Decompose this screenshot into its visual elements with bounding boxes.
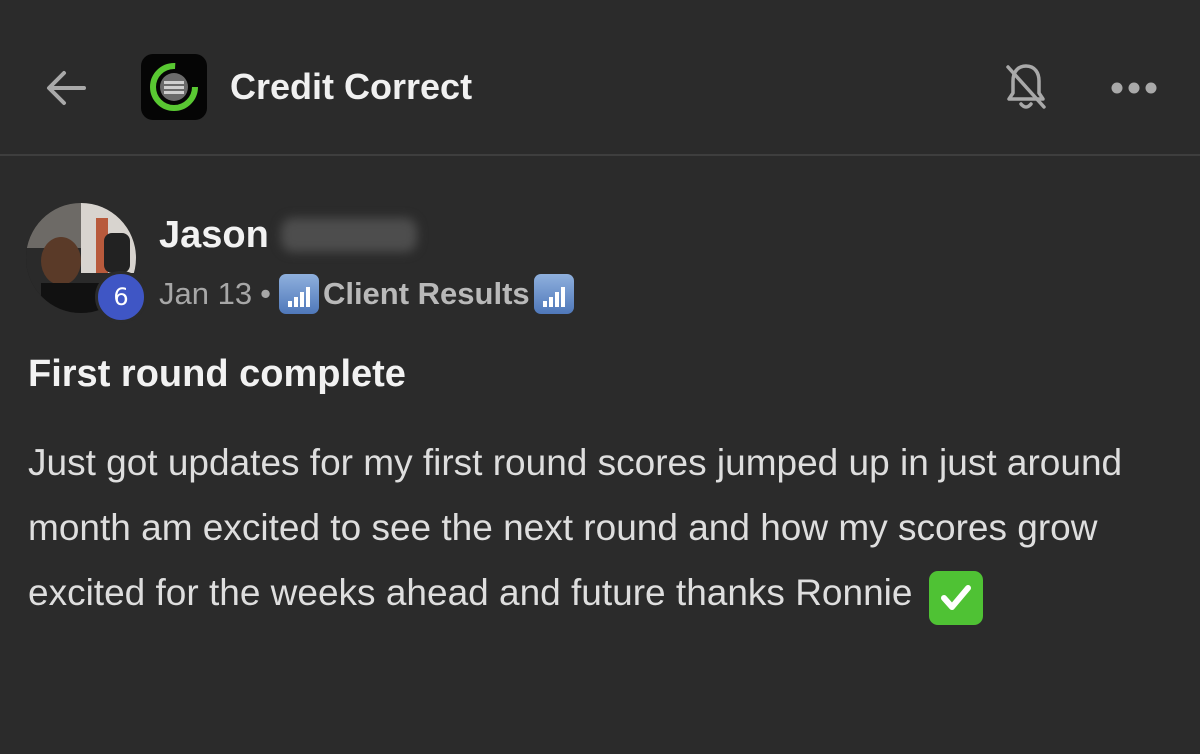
author-level-badge: 6: [95, 271, 147, 323]
group-title[interactable]: Credit Correct: [230, 64, 472, 110]
group-logo[interactable]: [141, 54, 207, 120]
author-row: Jason: [159, 210, 417, 260]
post-title: First round complete: [28, 353, 406, 395]
more-options-button[interactable]: [1106, 70, 1162, 106]
post-body: Just got updates for my first round scor…: [28, 430, 1168, 625]
notifications-toggle-button[interactable]: [1000, 58, 1052, 116]
post-meta: Jan 13 • Client Results: [159, 272, 574, 316]
group-header: Credit Correct: [0, 0, 1200, 156]
meta-separator: •: [260, 276, 271, 311]
credit-correct-logo-icon: [150, 63, 198, 111]
arrow-left-icon: [47, 71, 86, 105]
bell-off-icon: [1006, 64, 1046, 109]
check-mark-button-icon: [928, 571, 983, 625]
post-category[interactable]: Client Results: [323, 276, 530, 312]
back-button[interactable]: [40, 62, 92, 114]
signal-bars-icon: [278, 274, 319, 314]
post-date: Jan 13: [159, 276, 253, 311]
author-name[interactable]: Jason: [159, 214, 269, 257]
signal-bars-icon: [533, 274, 574, 314]
redacted-surname: [280, 218, 417, 252]
more-horizontal-icon: [1111, 82, 1157, 94]
